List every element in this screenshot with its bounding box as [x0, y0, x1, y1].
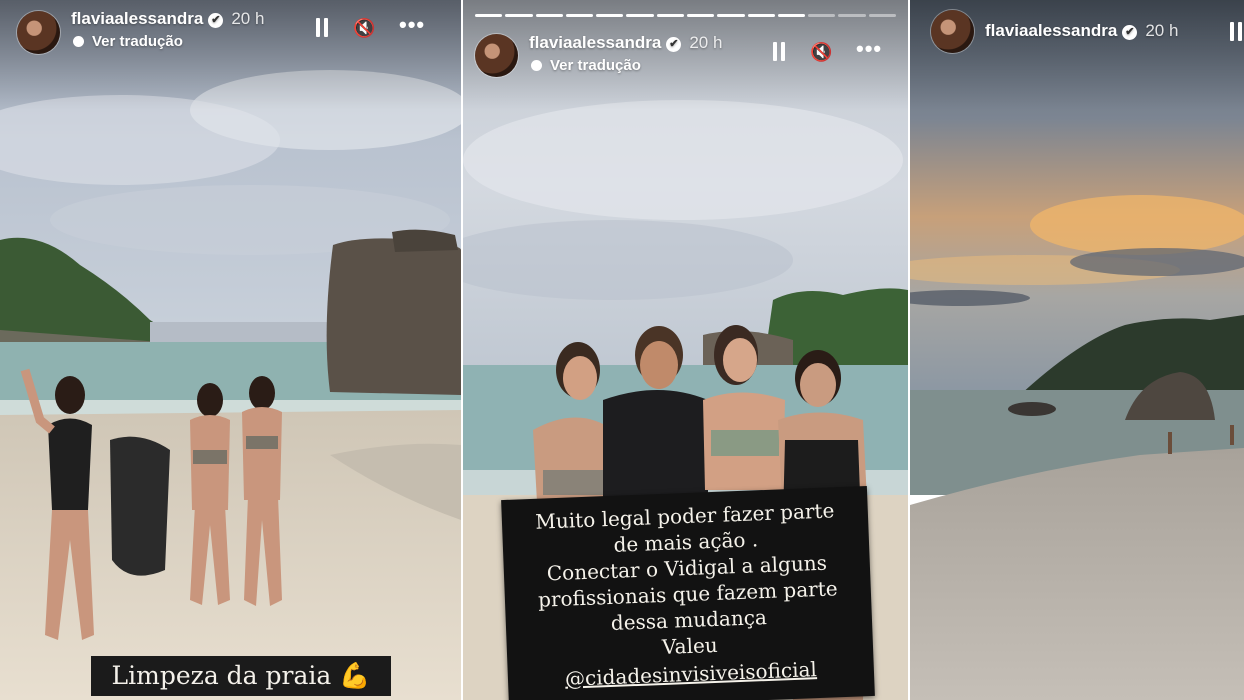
username-text[interactable]: flaviaalessandra: [529, 33, 661, 52]
username[interactable]: flaviaalessandra ✔ 20 h: [985, 21, 1178, 41]
more-dots-icon[interactable]: •••: [856, 38, 884, 62]
progress-segment: [535, 14, 563, 17]
translate-label[interactable]: Ver tradução: [550, 57, 641, 74]
verified-badge-icon: ✔: [1122, 25, 1138, 40]
progress-segment: [686, 14, 715, 17]
speaker-muted-icon[interactable]: 🔇: [810, 42, 832, 62]
progress-segment: [565, 14, 594, 17]
progress-segment: [808, 14, 836, 17]
post-time: 20 h: [231, 9, 265, 28]
translate-link[interactable]: Ver tradução: [73, 33, 183, 50]
verified-badge-icon: ✔: [208, 13, 224, 28]
sign-text: Muito legal poder fazer parte de mais aç…: [501, 496, 874, 694]
progress-segment: [475, 14, 503, 17]
post-time: 20 h: [1145, 21, 1179, 40]
story-header: flaviaalessandra ✔ 20 h Ver tradução 🔇 •••: [463, 24, 908, 84]
avatar[interactable]: [475, 34, 518, 77]
more-dots-icon[interactable]: •••: [399, 14, 427, 38]
progress-segment: [626, 14, 654, 17]
progress-segment: [838, 14, 866, 17]
username[interactable]: flaviaalessandra ✔ 20 h: [71, 9, 264, 29]
progress-segment: [596, 14, 624, 17]
speaker-muted-icon[interactable]: 🔇: [353, 18, 375, 38]
progress-segment: [717, 14, 745, 17]
translate-label[interactable]: Ver tradução: [92, 33, 183, 50]
progress-segment: [747, 14, 775, 17]
avatar[interactable]: [931, 10, 974, 53]
verified-badge-icon: ✔: [666, 37, 682, 52]
progress-segment: [656, 14, 684, 17]
caption-sticker: Limpeza da praia 💪: [91, 656, 391, 696]
pause-icon[interactable]: [315, 18, 329, 37]
speech-bubble-icon: [73, 36, 84, 47]
story-panel-1[interactable]: flaviaalessandra ✔ 20 h Ver tradução 🔇 •••…: [0, 0, 461, 700]
story-panel-2[interactable]: flaviaalessandra ✔ 20 h Ver tradução 🔇 •••…: [463, 0, 908, 700]
progress-segment: [777, 14, 806, 17]
progress-bar: [475, 14, 896, 17]
username-text[interactable]: flaviaalessandra: [71, 9, 203, 28]
translate-link[interactable]: Ver tradução: [531, 57, 641, 74]
text-sign: Muito legal poder fazer parte de mais aç…: [501, 486, 875, 700]
speech-bubble-icon: [531, 60, 542, 71]
story-header: flaviaalessandra ✔ 20 h Ver tradução 🔇 •••: [0, 0, 461, 60]
flexed-biceps-icon: 💪: [339, 661, 371, 690]
progress-segment: [868, 14, 896, 17]
story-header: flaviaalessandra ✔ 20 h: [910, 0, 1244, 60]
caption-text: Limpeza da praia: [111, 661, 332, 690]
post-time: 20 h: [689, 33, 723, 52]
pause-icon[interactable]: [772, 42, 786, 61]
avatar[interactable]: [17, 11, 60, 54]
username[interactable]: flaviaalessandra ✔ 20 h: [529, 33, 722, 53]
story-panel-3[interactable]: flaviaalessandra ✔ 20 h: [910, 0, 1244, 700]
username-text[interactable]: flaviaalessandra: [985, 21, 1117, 40]
progress-segment: [505, 14, 533, 17]
pause-icon[interactable]: [1229, 22, 1243, 41]
